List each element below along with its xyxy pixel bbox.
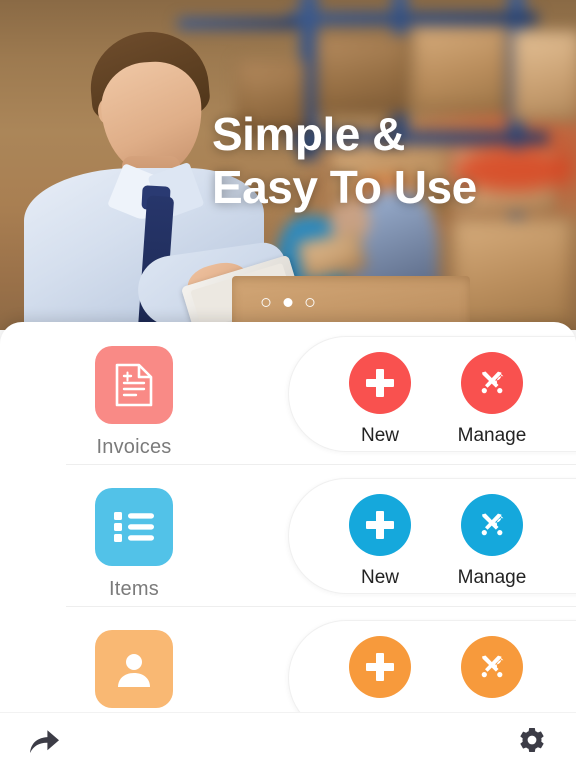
hero-banner[interactable]: Simple & Easy To Use [0, 0, 576, 330]
new-item-label: New [360, 567, 399, 588]
page-dot-1[interactable] [261, 298, 271, 307]
new-item-button[interactable]: New [345, 494, 415, 589]
module-label-invoices: Invoices [96, 436, 172, 458]
headline-line-1: Simple & [212, 108, 405, 160]
module-row-items: Items New Manage [0, 464, 576, 606]
share-arrow-icon [28, 727, 60, 755]
share-button[interactable] [22, 719, 66, 763]
manage-invoices-button[interactable]: Manage [457, 352, 527, 447]
manage-items-label: Manage [457, 567, 527, 588]
actions-panel-invoices: New Manage [288, 336, 576, 452]
module-row-customers [0, 606, 576, 712]
new-invoice-label: New [360, 425, 399, 446]
app-screen: Simple & Easy To Use Invoices New Manage… [0, 0, 576, 768]
carousel-page-indicator[interactable] [261, 298, 315, 307]
gear-icon [517, 726, 547, 756]
new-invoice-button[interactable]: New [345, 352, 415, 447]
manage-customers-button[interactable] [457, 636, 527, 709]
tools-icon [461, 636, 523, 698]
plus-icon [349, 636, 411, 698]
actions-panel-items: New Manage [288, 478, 576, 594]
bottom-toolbar [0, 712, 576, 768]
tools-icon [461, 494, 523, 556]
actions-panel-customers [288, 620, 576, 712]
manage-invoices-label: Manage [457, 425, 527, 446]
plus-icon [349, 352, 411, 414]
manage-items-button[interactable]: Manage [457, 494, 527, 589]
plus-icon [349, 494, 411, 556]
tools-icon [461, 352, 523, 414]
person-icon [95, 630, 173, 708]
module-label-items: Items [109, 578, 159, 600]
module-row-invoices: Invoices New Manage [0, 322, 576, 464]
invoice-document-icon [95, 346, 173, 424]
module-tile-invoices[interactable]: Invoices [0, 322, 268, 459]
page-dot-2[interactable] [283, 298, 293, 307]
hero-headline: Simple & Easy To Use [212, 108, 542, 214]
headline-line-2: Easy To Use [212, 161, 477, 213]
module-tile-customers[interactable] [0, 606, 268, 712]
new-customer-button[interactable] [345, 636, 415, 709]
page-dot-3[interactable] [305, 298, 315, 307]
bulleted-list-icon [95, 488, 173, 566]
module-list-panel: Invoices New Manage Items New Manage [0, 322, 576, 712]
module-tile-items[interactable]: Items [0, 464, 268, 601]
settings-button[interactable] [510, 719, 554, 763]
